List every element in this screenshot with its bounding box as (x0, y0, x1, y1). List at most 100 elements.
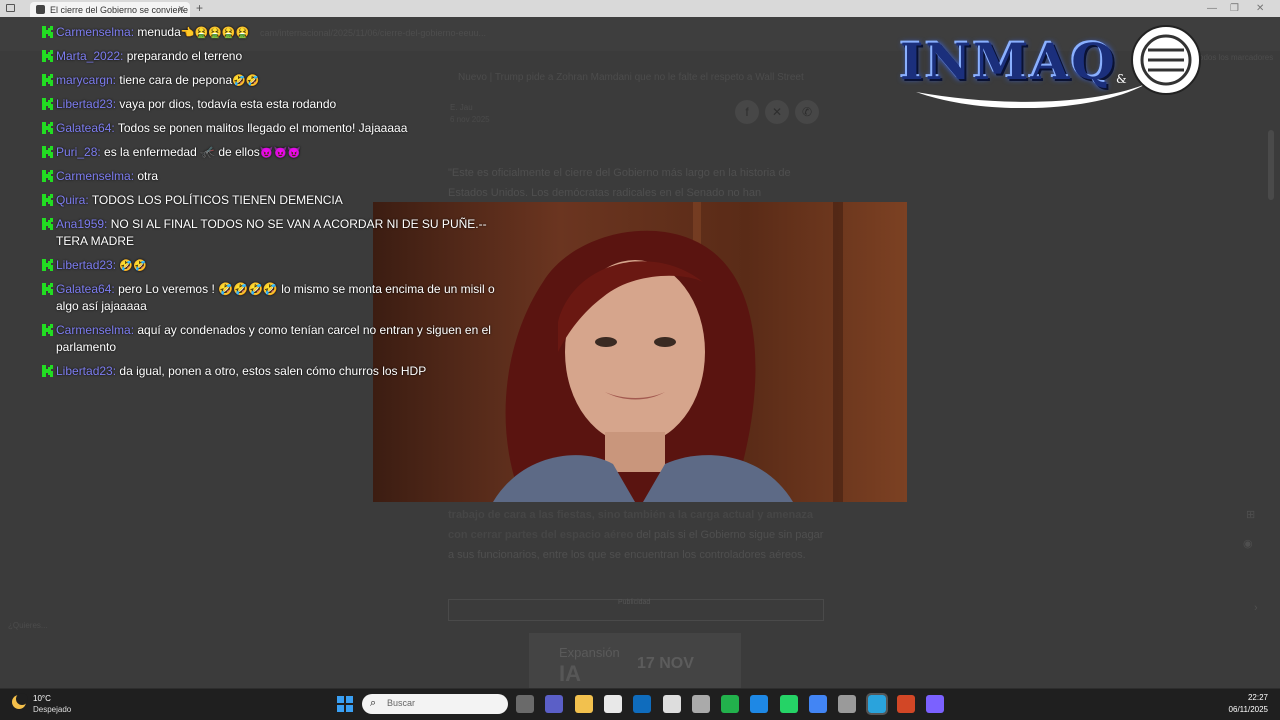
chat-username[interactable]: Marta_2022: (56, 49, 123, 63)
tab-menu-icon[interactable] (6, 4, 15, 12)
kick-badge-icon (42, 218, 53, 230)
kick-badge-icon (42, 365, 53, 377)
telegram-icon[interactable] (865, 693, 888, 715)
chat-text: Todos se ponen malitos llegado el moment… (117, 121, 408, 135)
windows-start-icon[interactable] (337, 696, 353, 712)
close-window-icon[interactable]: ✕ (1256, 3, 1264, 14)
ad-brand: Expansión (559, 645, 620, 660)
chat-username[interactable]: Galatea64: (56, 121, 115, 135)
chat-text: da igual, ponen a otro, estos salen cómo… (119, 364, 427, 378)
search-placeholder: Buscar (387, 698, 416, 708)
chat-username[interactable]: Carmenselma: (56, 25, 134, 39)
weather-description[interactable]: Despejado (33, 705, 71, 714)
chat-emoji: 😈😈😈 (259, 147, 301, 159)
logo-ampersand: & (1116, 72, 1127, 86)
chat-username[interactable]: Libertad23: (56, 258, 116, 272)
bookmarks-all[interactable]: Todos los marcadores (1195, 53, 1273, 62)
kick-badge-icon (42, 74, 53, 86)
logo-text: INMAQ (900, 32, 1117, 91)
chat-username[interactable]: Galatea64: (56, 282, 115, 296)
chat-username[interactable]: Libertad23: (56, 364, 116, 378)
chat-username[interactable]: Puri_28: (56, 145, 101, 159)
chat-message: Libertad23: da igual, ponen a otro, esto… (42, 363, 502, 381)
chat-text: vaya por dios, todavía esta esta rodando (119, 97, 337, 111)
chatgpt-icon[interactable] (662, 695, 681, 713)
chat-message: Carmenselma: menuda👈🤮🤮🤮🤮 (42, 24, 502, 42)
chat-message: Marta_2022: preparando el terreno (42, 48, 502, 66)
favicon-icon (36, 5, 45, 14)
kick-badge-icon (42, 98, 53, 110)
kick-badge-icon (42, 122, 53, 134)
article-paragraph-1: "Este es oficialmente el cierre del Gobi… (448, 167, 791, 199)
tab-active[interactable]: El cierre del Gobierno se convierte ✕ (30, 2, 190, 17)
share-facebook-icon[interactable]: f (735, 100, 759, 124)
app-icon[interactable] (691, 695, 710, 713)
chat-message: Libertad23: 🤣🤣 (42, 257, 502, 275)
chat-text: menuda (137, 25, 181, 39)
close-tab-icon[interactable]: ✕ (177, 4, 185, 15)
share-whatsapp-icon[interactable]: ✆ (795, 100, 819, 124)
chat-text: es la enfermedad 🦟 de ellos (104, 145, 260, 159)
chat-text: tiene cara de pepona (119, 73, 233, 87)
chat-message: Carmenselma: otra (42, 168, 502, 186)
article-breadcrumb[interactable]: Nuevo | Trump pide a Zohran Mamdani que … (458, 72, 804, 83)
search-icon: ⌕ (370, 697, 377, 709)
chat-message: Libertad23: vaya por dios, todavía esta … (42, 96, 502, 114)
task-view-icon[interactable] (516, 695, 534, 713)
new-tab-icon[interactable]: + (196, 1, 203, 15)
chat-message: Puri_28: es la enfermedad 🦟 de ellos😈😈😈 (42, 144, 502, 162)
clock-date[interactable]: 06/11/2025 (1220, 705, 1268, 714)
chat-overlay: Carmenselma: menuda👈🤮🤮🤮🤮 Marta_2022: prep… (42, 24, 502, 387)
outlook-icon[interactable] (633, 695, 652, 713)
chat-text: preparando el terreno (126, 49, 243, 63)
ad-label: Publicidad (618, 599, 651, 606)
chrome-icon[interactable] (809, 695, 827, 713)
chat-message: Ana1959: NO SI AL FINAL TODOS NO SE VAN … (42, 216, 502, 251)
taskbar-search[interactable]: ⌕ Buscar (362, 694, 508, 714)
powerpoint-icon[interactable] (896, 695, 915, 713)
minimize-icon[interactable]: — (1207, 3, 1217, 14)
scroll-arrow-icon[interactable]: › (1254, 602, 1258, 614)
edge-icon[interactable] (750, 695, 769, 713)
chat-text: TODOS LOS POLÍTICOS TIENEN DEMENCIA (91, 193, 343, 207)
tab-strip: El cierre del Gobierno se convierte ✕ + … (0, 0, 1280, 17)
chat-username[interactable]: Quira: (56, 193, 89, 207)
chat-username[interactable]: Libertad23: (56, 97, 116, 111)
kick-badge-icon (42, 259, 53, 271)
chat-username[interactable]: Ana1959: (56, 217, 107, 231)
store-icon[interactable] (603, 695, 622, 713)
chat-username[interactable]: marycargn: (56, 73, 116, 87)
chat-message: Galatea64: Todos se ponen malitos llegad… (42, 120, 502, 138)
clock-time[interactable]: 22:27 (1236, 693, 1268, 702)
share-x-icon[interactable]: ✕ (765, 100, 789, 124)
ad-banner[interactable]: Expansión IA 17 NOV (529, 633, 741, 688)
kick-badge-icon (42, 26, 53, 38)
chat-text: otra (137, 169, 159, 183)
feedback-icon[interactable]: ◉ (1243, 537, 1253, 550)
chat-emoji: 👈🤮🤮🤮🤮 (180, 27, 250, 39)
side-panel-icon[interactable]: ⊞ (1246, 508, 1255, 521)
tab-title: El cierre del Gobierno se convierte (50, 5, 189, 15)
chat-message: Galatea64: pero Lo veremos ! 🤣🤣🤣🤣 lo mis… (42, 281, 502, 316)
chat-message: marycargn: tiene cara de pepona🤣🤣 (42, 72, 502, 90)
chat-username[interactable]: Carmenselma: (56, 323, 134, 337)
file-explorer-icon[interactable] (574, 695, 593, 713)
chat-username[interactable]: Carmenselma: (56, 169, 134, 183)
teams-icon[interactable] (545, 695, 564, 713)
app2-icon[interactable] (838, 695, 857, 713)
chat-message: Carmenselma: aquí ay condenados y como t… (42, 322, 502, 357)
moon-icon[interactable] (12, 693, 28, 709)
camtasia-icon[interactable] (721, 695, 740, 713)
chat-emoji: 🤣🤣 (119, 260, 147, 272)
scrollbar-thumb[interactable] (1268, 130, 1274, 200)
kick-badge-icon (42, 146, 53, 158)
weather-temperature[interactable]: 10°C (33, 694, 51, 703)
maximize-icon[interactable]: ❐ (1230, 3, 1239, 14)
kick-badge-icon (42, 50, 53, 62)
whatsapp-icon[interactable] (779, 695, 798, 713)
inmaq-logo: INMAQ & (896, 22, 1206, 108)
ad-big-text: IA (559, 661, 581, 686)
app3-icon[interactable] (926, 695, 945, 713)
article-paragraph-2: trabajo de cara a las fiestas, sino tamb… (448, 505, 828, 565)
chat-message: Quira: TODOS LOS POLÍTICOS TIENEN DEMENC… (42, 192, 502, 210)
